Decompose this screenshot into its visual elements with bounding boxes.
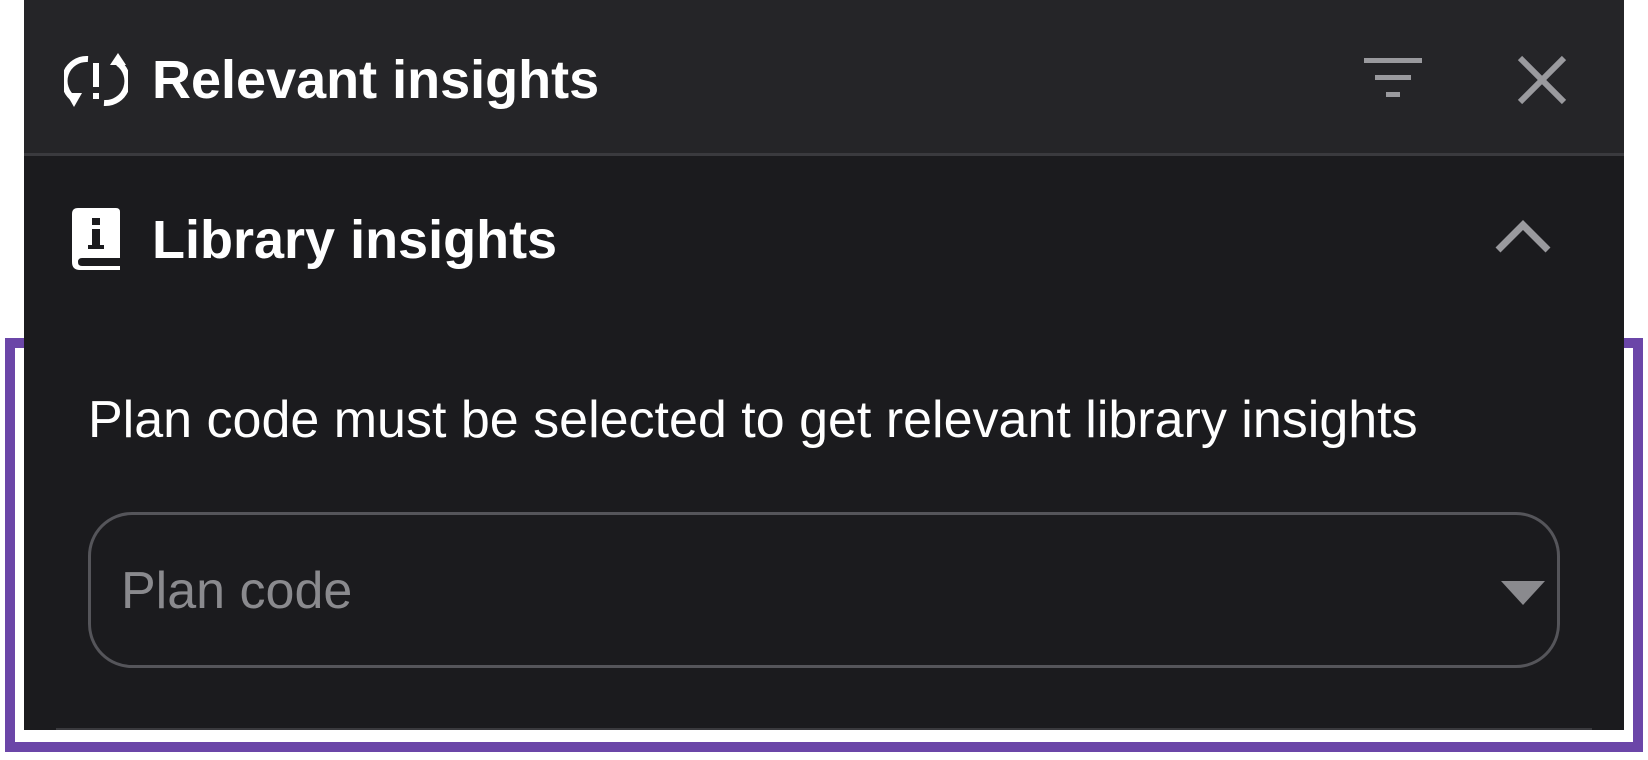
- insights-refresh-icon: [61, 51, 131, 111]
- divider: [56, 728, 1592, 730]
- panel-title: Relevant insights: [152, 50, 600, 110]
- plan-code-required-message: Plan code must be selected to get releva…: [88, 391, 1418, 449]
- dropdown-arrow-icon: [1501, 581, 1545, 605]
- library-insights-content: Plan code must be selected to get releva…: [24, 348, 1624, 730]
- filter-icon: [1364, 58, 1422, 97]
- chevron-up-icon[interactable]: [1494, 216, 1552, 256]
- library-insights-toggle[interactable]: Library insights: [24, 156, 1624, 324]
- plan-code-select[interactable]: Plan code: [88, 512, 1560, 668]
- panel-header: Relevant insights: [24, 0, 1624, 156]
- close-icon: [1517, 55, 1567, 105]
- close-button[interactable]: [1512, 50, 1572, 110]
- plan-code-placeholder: Plan code: [121, 562, 353, 620]
- library-insights-title: Library insights: [152, 210, 558, 270]
- library-book-icon: [72, 208, 124, 272]
- filter-button[interactable]: [1364, 50, 1444, 110]
